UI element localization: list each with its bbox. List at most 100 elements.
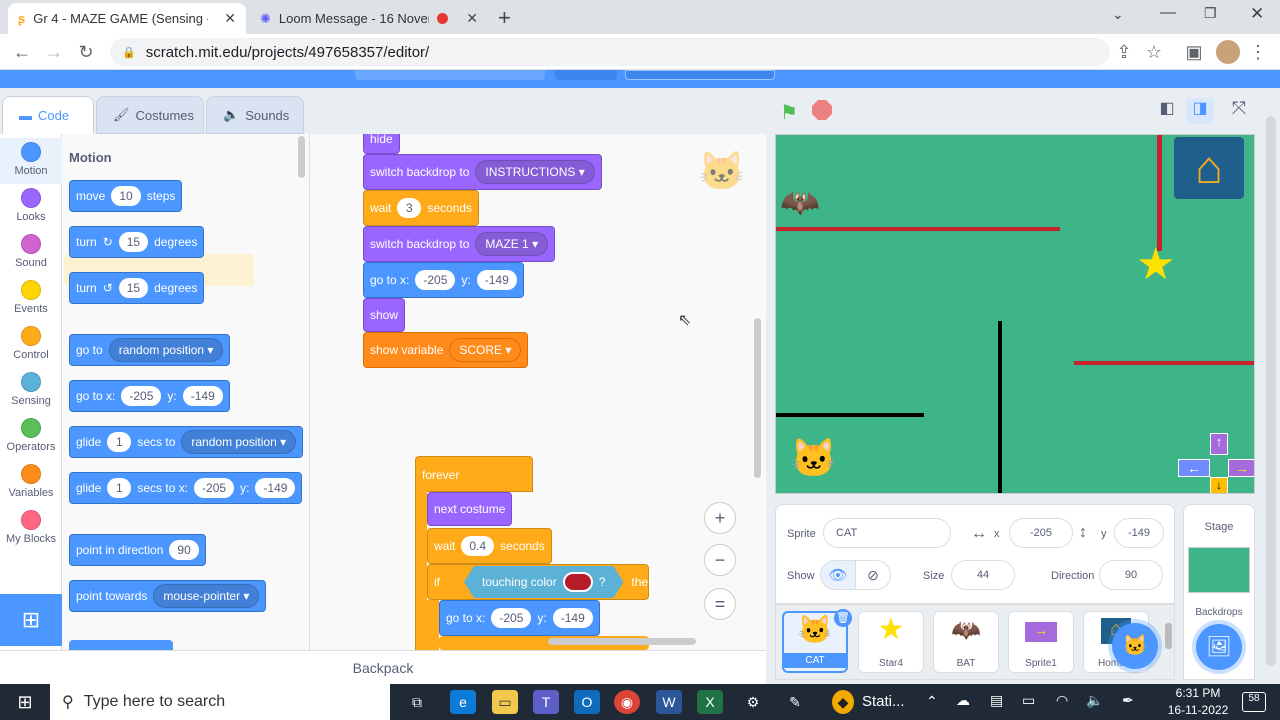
close-tab-icon[interactable]: ✕: [224, 10, 236, 27]
workspace-vscrollbar[interactable]: [754, 318, 761, 478]
share-button[interactable]: [555, 70, 617, 80]
variable-dropdown[interactable]: SCORE: [449, 338, 522, 362]
category-my-blocks[interactable]: My Blocks: [0, 506, 62, 552]
fullscreen-icon[interactable]: ⤧: [1226, 98, 1252, 124]
palette-scrollbar[interactable]: [298, 136, 305, 178]
page-scrollbar[interactable]: [1266, 116, 1276, 666]
sprite-thumb-cat[interactable]: 🐱 CAT 🗑: [782, 609, 852, 673]
task-view-icon[interactable]: ⧉: [404, 690, 430, 714]
restore-icon[interactable]: ❐: [1204, 5, 1217, 22]
sidepanel-icon[interactable]: ▣: [1182, 40, 1206, 64]
notification-badge[interactable]: 58: [1242, 692, 1266, 712]
taskbar-app-label[interactable]: Stati...: [862, 693, 905, 710]
hide-block[interactable]: hide: [363, 134, 400, 154]
tab-search-icon[interactable]: ⌄: [1112, 6, 1124, 23]
browser-tab-loom[interactable]: ✺ Loom Message - 16 Novem ✕: [250, 3, 488, 34]
sprite-thumb-sprite1[interactable]: → Sprite1: [1008, 611, 1074, 673]
sprite-name-field[interactable]: CAT: [823, 518, 951, 548]
category-events[interactable]: Events: [0, 276, 62, 322]
share-icon[interactable]: ⇪: [1112, 40, 1136, 64]
windows-start-icon[interactable]: ⊞: [12, 690, 38, 714]
clock[interactable]: 6:31 PM 16-11-2022: [1158, 686, 1238, 717]
category-sound[interactable]: Sound: [0, 230, 62, 276]
code-workspace[interactable]: hide switch backdrop to INSTRUCTIONS wait…: [310, 134, 766, 650]
hide-eye-slash-icon[interactable]: ⊘: [855, 560, 891, 590]
back-icon[interactable]: ←: [10, 40, 34, 64]
x-input[interactable]: -205: [194, 478, 235, 498]
go-to-xy-block[interactable]: go to x: -205 y: -149: [439, 600, 600, 636]
target-dropdown[interactable]: mouse-pointer: [153, 584, 260, 608]
sprite-list-scrollbar[interactable]: [1165, 623, 1172, 649]
sprite-thumb-bat[interactable]: 🦇 BAT: [933, 611, 999, 673]
y-input[interactable]: -149: [255, 478, 296, 498]
next-block-partial[interactable]: [69, 640, 173, 650]
project-title-field[interactable]: [355, 70, 545, 80]
category-looks[interactable]: Looks: [0, 184, 62, 230]
green-flag-icon[interactable]: ⚑: [780, 100, 798, 125]
arrow-left-icon[interactable]: ←: [1178, 459, 1210, 477]
chrome-icon[interactable]: ◉: [614, 690, 640, 714]
secs-input[interactable]: 1: [107, 432, 132, 452]
app-icon[interactable]: ◆: [832, 690, 854, 714]
target-dropdown[interactable]: random position: [181, 430, 297, 454]
forever-block[interactable]: forever: [415, 456, 533, 492]
backdrop-thumbnail[interactable]: [1188, 547, 1250, 593]
paint-icon[interactable]: ✎: [782, 690, 808, 714]
touching-color-block[interactable]: touching color ?: [464, 566, 623, 598]
close-tab-icon[interactable]: ✕: [466, 10, 478, 27]
degrees-input[interactable]: 15: [118, 232, 149, 252]
y-field[interactable]: -149: [1114, 518, 1164, 548]
zoom-out-button[interactable]: −: [704, 544, 736, 576]
taskbar-search[interactable]: ⚲ Type here to search: [50, 684, 390, 720]
arrow-down-icon[interactable]: ↓: [1210, 477, 1228, 493]
go-to-xy-block[interactable]: go to x: -205 y: -149: [69, 380, 230, 412]
category-control[interactable]: Control: [0, 322, 62, 368]
size-field[interactable]: 44: [951, 560, 1015, 590]
network-icon[interactable]: ▤: [990, 692, 1003, 709]
onedrive-icon[interactable]: ☁: [956, 692, 970, 709]
file-explorer-icon[interactable]: ▭: [492, 690, 518, 714]
steps-input[interactable]: 10: [111, 186, 141, 206]
next-costume-block[interactable]: next costume: [427, 492, 513, 526]
show-variable-block[interactable]: show variable SCORE: [363, 332, 529, 368]
degrees-input[interactable]: 15: [118, 278, 149, 298]
x-input[interactable]: -205: [121, 386, 162, 406]
category-operators[interactable]: Operators: [0, 414, 62, 460]
word-icon[interactable]: W: [656, 690, 682, 714]
color-swatch[interactable]: [563, 572, 593, 592]
switch-backdrop-block[interactable]: switch backdrop to INSTRUCTIONS: [363, 154, 602, 190]
tab-code[interactable]: ▬ Code: [2, 96, 94, 134]
settings-gear-icon[interactable]: ⚙: [740, 690, 766, 714]
point-towards-block[interactable]: point towards mouse-pointer: [69, 580, 267, 612]
choose-sprite-button[interactable]: 🐱: [1112, 623, 1158, 669]
turn-left-block[interactable]: turn ↺ 15 degrees: [69, 272, 205, 304]
tray-chevron-icon[interactable]: ⌃: [926, 693, 938, 710]
small-stage-icon[interactable]: ◧: [1154, 98, 1180, 124]
avatar[interactable]: [1216, 40, 1240, 64]
backdrop-dropdown[interactable]: MAZE 1: [475, 232, 549, 256]
stage-canvas[interactable]: ⌂ ★ 🦇 🐱 ↑ ← → ↓: [775, 134, 1255, 494]
switch-backdrop-block[interactable]: switch backdrop to MAZE 1: [363, 226, 556, 262]
window-close-icon[interactable]: ✕: [1250, 4, 1264, 24]
wait-block[interactable]: wait 0.4 seconds: [427, 528, 552, 564]
battery-icon[interactable]: ▭: [1022, 692, 1035, 709]
volume-icon[interactable]: 🔈: [1086, 692, 1103, 709]
stop-icon[interactable]: [812, 100, 832, 120]
show-visible-eye-icon[interactable]: 👁: [820, 560, 856, 590]
zoom-reset-button[interactable]: =: [704, 588, 736, 620]
see-project-page-button[interactable]: [625, 70, 775, 80]
excel-icon[interactable]: X: [697, 690, 723, 714]
pen-icon[interactable]: ✒: [1122, 692, 1134, 709]
secs-input[interactable]: 1: [107, 478, 132, 498]
arrow-right-icon[interactable]: →: [1228, 459, 1254, 477]
go-to-xy-block[interactable]: go to x: -205 y: -149: [363, 262, 524, 298]
turn-right-block[interactable]: turn ↻ 15 degrees: [69, 226, 205, 258]
direction-field[interactable]: 90: [1099, 560, 1163, 590]
backpack-panel[interactable]: Backpack: [0, 650, 766, 684]
glide-xy-block[interactable]: glide 1 secs to x: -205 y: -149: [69, 472, 303, 504]
stage-selector[interactable]: Stage Backdrops 🖼: [1183, 504, 1255, 680]
tab-sounds[interactable]: 🔈 Sounds: [206, 96, 304, 134]
show-block[interactable]: show: [363, 298, 406, 332]
minimize-icon[interactable]: —: [1160, 4, 1176, 22]
x-input[interactable]: -205: [491, 608, 532, 628]
